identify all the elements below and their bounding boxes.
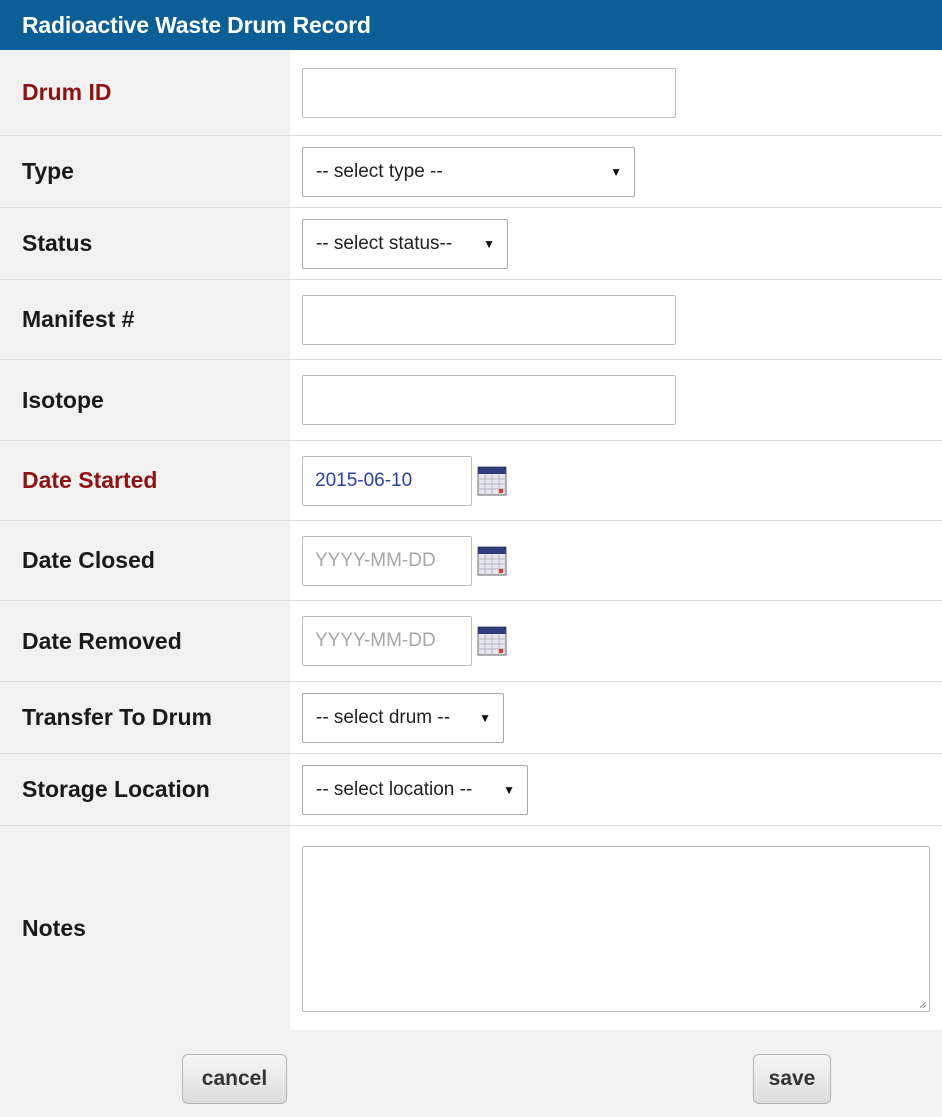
manifest-input[interactable] [302, 294, 676, 345]
date-started-label: Date Started [0, 441, 290, 520]
cancel-button[interactable]: cancel [182, 1054, 287, 1104]
row-date-closed: Date Closed YYYY-MM-DD [0, 521, 942, 601]
storage-select-value: -- select location -- [316, 778, 473, 800]
transfer-label: Transfer To Drum [0, 682, 290, 753]
transfer-select[interactable]: -- select drum -- ▼ [302, 692, 504, 743]
row-transfer: Transfer To Drum -- select drum -- ▼ [0, 682, 942, 754]
date-closed-label: Date Closed [0, 521, 290, 600]
date-started-input[interactable]: 2015-06-10 [302, 455, 472, 506]
status-select-value: -- select status-- [316, 232, 453, 254]
type-select[interactable]: -- select type -- ▼ [302, 146, 635, 197]
status-cell: -- select status-- ▼ [290, 208, 942, 279]
row-drum-id: Drum ID [0, 50, 942, 136]
transfer-select-value: -- select drum -- [316, 706, 451, 728]
chevron-down-icon: ▼ [503, 782, 515, 797]
storage-cell: -- select location -- ▼ [290, 754, 942, 825]
save-button[interactable]: save [753, 1054, 831, 1104]
drum-id-cell [290, 50, 942, 135]
date-closed-cell: YYYY-MM-DD [290, 521, 942, 600]
storage-label: Storage Location [0, 754, 290, 825]
manifest-cell [290, 280, 942, 359]
isotope-input[interactable] [302, 375, 676, 425]
calendar-icon[interactable] [477, 626, 507, 656]
drum-id-label: Drum ID [0, 50, 290, 135]
row-type: Type -- select type -- ▼ [0, 136, 942, 208]
row-isotope: Isotope [0, 360, 942, 441]
isotope-cell [290, 360, 942, 440]
row-date-removed: Date Removed YYYY-MM-DD [0, 601, 942, 682]
chevron-down-icon: ▼ [610, 164, 622, 179]
date-removed-input[interactable]: YYYY-MM-DD [302, 616, 472, 666]
row-manifest: Manifest # [0, 280, 942, 360]
type-label: Type [0, 136, 290, 207]
date-removed-label: Date Removed [0, 601, 290, 681]
drum-id-input[interactable] [302, 67, 676, 118]
notes-cell [290, 826, 942, 1031]
notes-label: Notes [0, 826, 290, 1031]
storage-select[interactable]: -- select location -- ▼ [302, 764, 528, 815]
calendar-icon[interactable] [477, 546, 507, 576]
chevron-down-icon: ▼ [483, 236, 495, 251]
form-footer: cancel save [0, 1030, 942, 1117]
calendar-icon[interactable] [477, 466, 507, 496]
row-date-started: Date Started 2015-06-10 [0, 441, 942, 521]
page-title: Radioactive Waste Drum Record [0, 0, 942, 50]
date-started-cell: 2015-06-10 [290, 441, 942, 520]
notes-textarea[interactable] [302, 845, 930, 1012]
transfer-cell: -- select drum -- ▼ [290, 682, 942, 753]
type-select-value: -- select type -- [316, 160, 443, 182]
date-removed-cell: YYYY-MM-DD [290, 601, 942, 681]
resize-grip-icon[interactable] [917, 999, 927, 1009]
type-cell: -- select type -- ▼ [290, 136, 942, 207]
chevron-down-icon: ▼ [479, 710, 491, 725]
row-notes: Notes [0, 826, 942, 1032]
row-status: Status -- select status-- ▼ [0, 208, 942, 280]
status-select[interactable]: -- select status-- ▼ [302, 218, 508, 269]
status-label: Status [0, 208, 290, 279]
row-storage: Storage Location -- select location -- ▼ [0, 754, 942, 826]
date-closed-input[interactable]: YYYY-MM-DD [302, 535, 472, 586]
drum-record-form: Drum ID Type -- select type -- ▼ Status … [0, 50, 942, 1032]
manifest-label: Manifest # [0, 280, 290, 359]
isotope-label: Isotope [0, 360, 290, 440]
